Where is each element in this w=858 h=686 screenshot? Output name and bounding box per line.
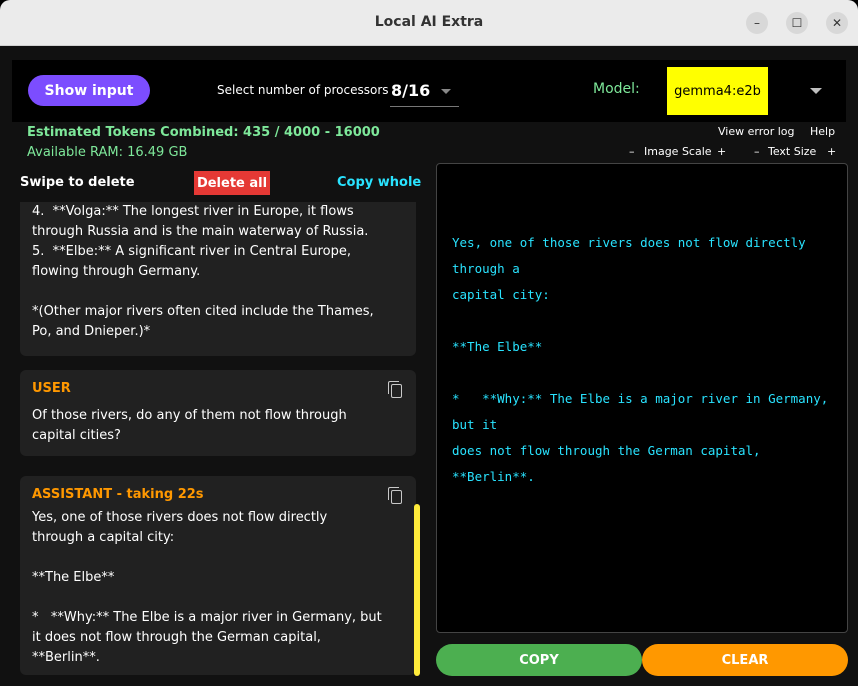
close-button[interactable]: ✕ xyxy=(826,12,848,34)
processors-label: Select number of processors xyxy=(217,83,389,97)
image-scale-increase[interactable]: + xyxy=(717,145,726,158)
output-text: Yes, one of those rivers does not flow d… xyxy=(452,235,829,484)
copy-icon[interactable] xyxy=(388,381,402,398)
message-text: Yes, one of those rivers does not flow d… xyxy=(32,510,382,665)
copy-icon[interactable] xyxy=(388,487,402,504)
image-scale-label: Image Scale xyxy=(644,145,712,158)
model-label: Model: xyxy=(593,81,640,97)
minimize-button[interactable]: – xyxy=(746,12,768,34)
copy-whole-button[interactable]: Copy whole xyxy=(337,175,421,190)
chevron-down-icon xyxy=(441,89,451,94)
chat-history[interactable]: 4. **Volga:** The longest river in Europ… xyxy=(20,202,416,675)
delete-all-button[interactable]: Delete all xyxy=(194,171,270,195)
title-bar: Local AI Extra – ☐ ✕ xyxy=(0,0,858,46)
processors-value: 8/16 xyxy=(391,81,431,100)
processors-dropdown[interactable]: 8/16 xyxy=(390,75,459,107)
token-estimate: Estimated Tokens Combined: 435 / 4000 - … xyxy=(27,125,380,140)
top-toolbar: Show input Select number of processors 8… xyxy=(12,60,846,122)
maximize-button[interactable]: ☐ xyxy=(786,12,808,34)
image-scale-decrease[interactable]: – xyxy=(629,145,635,158)
message-card[interactable]: 4. **Volga:** The longest river in Europ… xyxy=(20,202,416,356)
swipe-to-delete-hint: Swipe to delete xyxy=(20,175,135,190)
help-link[interactable]: Help xyxy=(810,125,835,138)
clear-button[interactable]: CLEAR xyxy=(642,644,848,676)
text-size-decrease[interactable]: – xyxy=(754,145,760,158)
text-size-increase[interactable]: + xyxy=(827,145,836,158)
available-ram: Available RAM: 16.49 GB xyxy=(27,145,188,160)
message-text: 4. **Volga:** The longest river in Europ… xyxy=(32,204,374,339)
chat-scrollbar[interactable] xyxy=(414,504,420,676)
copy-button[interactable]: COPY xyxy=(436,644,642,676)
message-text: Of those rivers, do any of them not flow… xyxy=(32,408,347,443)
text-size-label: Text Size xyxy=(768,145,817,158)
message-role: ASSISTANT - taking 22s xyxy=(32,487,204,502)
view-error-log-link[interactable]: View error log xyxy=(718,125,795,138)
app-body: Show input Select number of processors 8… xyxy=(0,46,858,686)
output-panel[interactable]: Yes, one of those rivers does not flow d… xyxy=(436,163,848,633)
message-role: USER xyxy=(32,381,71,396)
message-card-user[interactable]: USER Of those rivers, do any of them not… xyxy=(20,370,416,456)
message-card-assistant[interactable]: ASSISTANT - taking 22s Yes, one of those… xyxy=(20,476,416,675)
model-value[interactable]: gemma4:e2b xyxy=(667,67,768,115)
show-input-button[interactable]: Show input xyxy=(28,75,150,106)
model-dropdown-caret-icon[interactable] xyxy=(810,88,822,94)
window-title: Local AI Extra xyxy=(374,14,484,30)
